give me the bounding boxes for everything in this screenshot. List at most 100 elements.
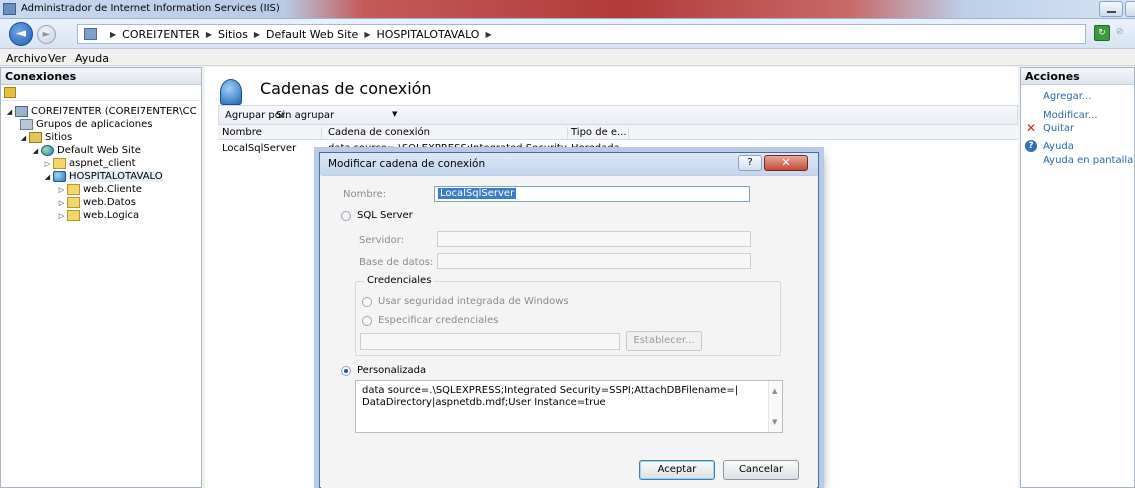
- tree-label: Sitios: [45, 132, 73, 143]
- action-edit[interactable]: Modificar...: [1043, 110, 1098, 121]
- help-icon: ?: [1025, 140, 1037, 152]
- navigation-bar: ◄ ► ▶ COREI7ENTER ▶ Sitios ▶ Default Web…: [0, 19, 1135, 49]
- database-label: Base de datos:: [359, 257, 434, 268]
- menu-ayuda[interactable]: Ayuda: [75, 52, 109, 65]
- forward-arrow-icon[interactable]: ►: [37, 25, 56, 44]
- dialog-close-button[interactable]: ✕: [764, 155, 808, 171]
- tree-label: web.Cliente: [83, 184, 142, 195]
- tree-item-app-pools[interactable]: Grupos de aplicaciones: [19, 118, 152, 131]
- chevron-right-icon: ▶: [205, 30, 212, 39]
- maximize-button[interactable]: [1125, 1, 1135, 17]
- column-header-connection-string[interactable]: Cadena de conexión: [328, 127, 568, 139]
- server-field[interactable]: [437, 231, 751, 247]
- textarea-scrollbar[interactable]: ▲ ▼: [768, 381, 782, 432]
- stop-icon[interactable]: ⊘: [1116, 27, 1130, 39]
- cell-name: LocalSqlServer: [222, 143, 297, 154]
- tree-item-web-datos[interactable]: ▷ web.Datos: [57, 196, 136, 209]
- refresh-icon[interactable]: ↻: [1094, 25, 1110, 41]
- tree-item-hospitalotavalo[interactable]: ◢ HOSPITALOTAVALO: [43, 170, 163, 183]
- folder-icon: [67, 197, 80, 208]
- edit-connection-string-dialog: Modificar cadena de conexión ? ✕ Nombre:…: [319, 152, 819, 488]
- database-field[interactable]: [437, 253, 751, 269]
- tree-item-default-web-site[interactable]: ◢ Default Web Site: [31, 144, 141, 157]
- tree-label: aspnet_client: [69, 158, 136, 169]
- custom-connection-string-field[interactable]: data source=.\SQLEXPRESS;Integrated Secu…: [355, 380, 783, 433]
- tree-item-server[interactable]: ◢ COREI7ENTER (COREI7ENTER\CC: [5, 105, 197, 118]
- breadcrumb-app[interactable]: HOSPITALOTAVALO: [376, 28, 479, 41]
- tree-label: COREI7ENTER (COREI7ENTER\CC: [31, 106, 197, 117]
- expand-icon[interactable]: ▷: [57, 199, 66, 207]
- breadcrumb-sites[interactable]: Sitios: [218, 28, 248, 41]
- connections-header: Conexiones: [1, 68, 201, 85]
- breadcrumb-default-web-site[interactable]: Default Web Site: [266, 28, 358, 41]
- collapse-icon[interactable]: ◢: [19, 134, 28, 142]
- menu-ver[interactable]: Ver: [48, 52, 66, 65]
- application-icon: [53, 171, 66, 182]
- collapse-icon[interactable]: ◢: [43, 173, 52, 181]
- action-remove[interactable]: Quitar: [1043, 123, 1074, 134]
- action-online-help[interactable]: Ayuda en pantalla: [1043, 155, 1133, 166]
- sql-server-radio[interactable]: [341, 211, 351, 221]
- tree-label: web.Datos: [83, 197, 136, 208]
- expand-icon[interactable]: ▷: [57, 212, 66, 220]
- dialog-title: Modificar cadena de conexión: [328, 158, 486, 170]
- set-credentials-button[interactable]: Establecer...: [626, 331, 702, 351]
- tree-item-aspnet-client[interactable]: ▷ aspnet_client: [43, 157, 136, 170]
- column-header-type[interactable]: Tipo de e...: [571, 127, 629, 139]
- column-header-name[interactable]: Nombre: [222, 127, 322, 139]
- minimize-button[interactable]: [1099, 1, 1123, 17]
- app-pool-icon: [20, 119, 33, 130]
- dialog-title-bar: Modificar cadena de conexión ? ✕: [320, 153, 818, 175]
- iis-manager-icon: [3, 3, 16, 15]
- chevron-right-icon: ▶: [364, 30, 371, 39]
- group-by-bar: Agrupar por: Sin agrupar ▼: [218, 105, 1018, 125]
- sites-folder-icon: [29, 132, 42, 143]
- breadcrumb-server[interactable]: COREI7ENTER: [122, 28, 200, 41]
- dropdown-arrow-icon[interactable]: ▼: [392, 110, 397, 118]
- globe-icon: [41, 145, 54, 156]
- window-title: Administrador de Internet Information Se…: [21, 3, 280, 14]
- collapse-icon[interactable]: ◢: [5, 108, 14, 116]
- tree-label: HOSPITALOTAVALO: [69, 171, 163, 182]
- scroll-up-icon[interactable]: ▲: [772, 385, 777, 397]
- credentials-field[interactable]: [360, 333, 620, 350]
- dialog-help-button[interactable]: ?: [738, 155, 762, 171]
- credentials-group: Credenciales Usar seguridad integrada de…: [355, 275, 781, 356]
- connections-toolbar: [1, 85, 201, 101]
- address-breadcrumb-field[interactable]: ▶ COREI7ENTER ▶ Sitios ▶ Default Web Sit…: [77, 24, 1086, 44]
- collapse-icon[interactable]: ◢: [31, 147, 40, 155]
- expand-icon[interactable]: ▷: [43, 160, 52, 168]
- tree-label: web.Logica: [83, 210, 140, 221]
- tree-label: Grupos de aplicaciones: [36, 119, 153, 130]
- connect-icon[interactable]: [4, 87, 16, 98]
- tree-item-web-cliente[interactable]: ▷ web.Cliente: [57, 183, 142, 196]
- group-by-select[interactable]: Sin agrupar: [276, 110, 334, 121]
- action-add[interactable]: Agregar...: [1043, 91, 1091, 102]
- grid-header: Nombre Cadena de conexión Tipo de e...: [218, 125, 1018, 140]
- action-help[interactable]: Ayuda: [1043, 141, 1074, 152]
- scroll-down-icon[interactable]: ▼: [772, 416, 777, 428]
- name-field[interactable]: LocalSqlServer: [434, 186, 750, 202]
- tree-label: Default Web Site: [57, 145, 141, 156]
- site-icon: [84, 28, 97, 40]
- custom-radio[interactable]: [341, 366, 351, 376]
- specify-credentials-radio[interactable]: [362, 316, 372, 326]
- specify-credentials-label: Especificar credenciales: [378, 315, 499, 326]
- ok-button[interactable]: Aceptar: [639, 460, 715, 480]
- windows-auth-radio[interactable]: [362, 297, 372, 307]
- server-icon: [15, 106, 28, 117]
- menu-archivo[interactable]: Archivo: [6, 52, 47, 65]
- tree-item-sites[interactable]: ◢ Sitios: [19, 131, 72, 144]
- back-arrow-icon[interactable]: ◄: [9, 22, 33, 46]
- connection-strings-icon: [220, 79, 242, 105]
- connections-panel: Conexiones ◢ COREI7ENTER (COREI7ENTER\CC…: [0, 67, 202, 488]
- tree-item-web-logica[interactable]: ▷ web.Logica: [57, 209, 139, 222]
- dialog-body: Nombre: LocalSqlServer SQL Server Servid…: [321, 175, 817, 488]
- custom-label: Personalizada: [357, 365, 427, 376]
- actions-header: Acciones: [1021, 68, 1134, 85]
- expand-icon[interactable]: ▷: [57, 186, 66, 194]
- chevron-right-icon[interactable]: ▶: [485, 28, 491, 41]
- chevron-right-icon: ▶: [253, 30, 261, 39]
- folder-icon: [53, 158, 66, 169]
- cancel-button[interactable]: Cancelar: [723, 460, 799, 480]
